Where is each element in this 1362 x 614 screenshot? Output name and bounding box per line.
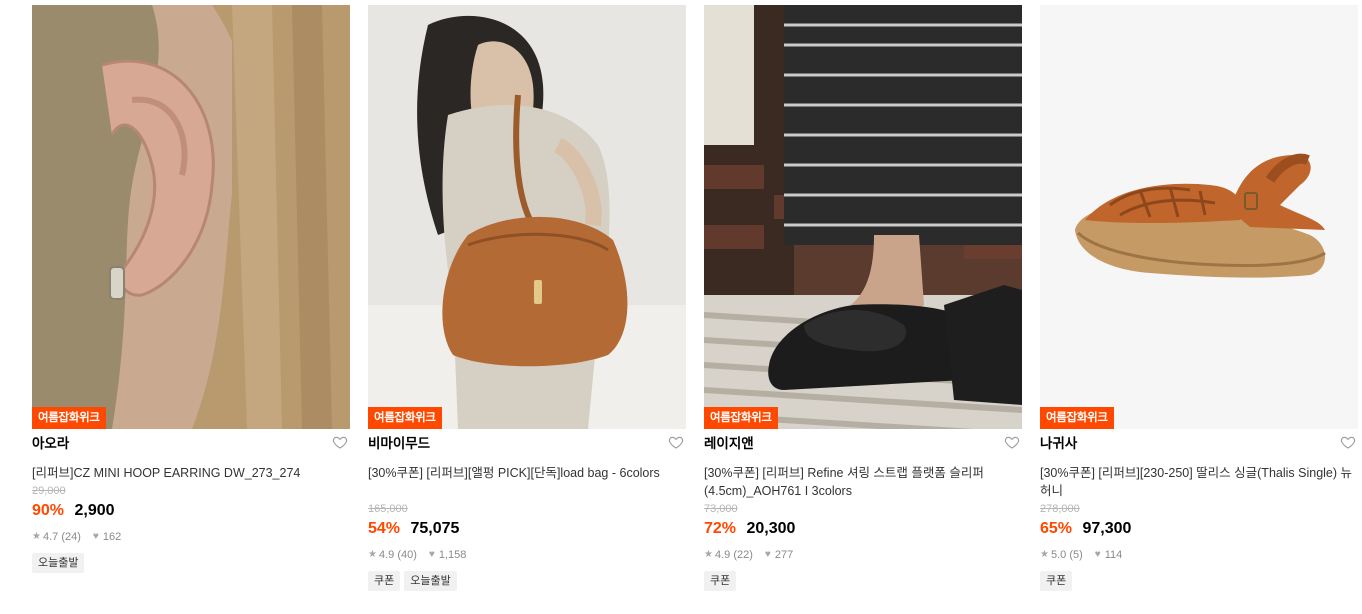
review-count: (24) <box>61 531 81 543</box>
heart-outline-icon[interactable] <box>332 434 348 450</box>
original-price: 278,000 <box>1040 503 1080 515</box>
heart-outline-icon[interactable] <box>668 434 684 450</box>
sale-price: 75,075 <box>410 520 460 537</box>
tag-list: 쿠폰 <box>1040 571 1358 591</box>
product-grid: 여름잡화위크 아오라 [리퍼브]CZ MINI HOOP EARRING DW_… <box>0 0 1362 614</box>
sale-price: 2,900 <box>74 502 115 519</box>
sale-price: 97,300 <box>1082 520 1132 537</box>
brand-name[interactable]: 레이지앤 <box>704 436 754 452</box>
brand-name[interactable]: 아오라 <box>32 436 69 452</box>
promo-badge: 여름잡화위크 <box>1040 407 1114 429</box>
heart-filled-icon: ♥ <box>764 549 771 560</box>
promo-badge: 여름잡화위크 <box>368 407 442 429</box>
tag-list: 쿠폰 <box>704 571 1022 591</box>
review-count: (22) <box>733 549 753 561</box>
sale-price: 20,300 <box>746 520 796 537</box>
review-count: (5) <box>1069 549 1083 561</box>
price-row: 54% 75,075 <box>368 518 686 540</box>
sandal-photo <box>1040 5 1358 429</box>
product-image[interactable]: 여름잡화위크 <box>1040 5 1358 429</box>
heart-filled-icon: ♥ <box>1094 549 1101 560</box>
tag-list: 오늘출발 <box>32 553 350 573</box>
original-price: 165,000 <box>368 503 408 515</box>
heart-filled-icon: ♥ <box>428 549 435 560</box>
star-icon: ★ <box>368 549 377 560</box>
heart-outline-icon[interactable] <box>1004 434 1020 450</box>
product-image[interactable]: 여름잡화위크 <box>368 5 686 429</box>
bag-photo <box>368 5 686 429</box>
tag: 오늘출발 <box>32 553 85 573</box>
tag: 쿠폰 <box>704 571 737 591</box>
product-title[interactable]: [리퍼브]CZ MINI HOOP EARRING DW_273_274 <box>32 464 350 482</box>
original-price: 29,000 <box>32 485 66 497</box>
product-title[interactable]: [30%쿠폰] [리퍼브][230-250] 딸리스 싱글(Thalis Sin… <box>1040 464 1358 500</box>
earring-photo <box>32 5 350 429</box>
like-count: 1,158 <box>438 549 467 561</box>
discount-rate: 90% <box>32 502 65 519</box>
heart-outline-icon[interactable] <box>1340 434 1356 450</box>
product-card[interactable]: 여름잡화위크 나귀사 [30%쿠폰] [리퍼브][230-250] 딸리스 싱글… <box>1040 5 1358 591</box>
like-count: 114 <box>1104 549 1123 561</box>
star-icon: ★ <box>704 549 713 560</box>
like-count: 162 <box>102 531 122 543</box>
product-card[interactable]: 여름잡화위크 비마이무드 [30%쿠폰] [리퍼브][앨펑 PICK][단독]l… <box>368 5 686 591</box>
slipper-photo <box>704 5 1022 429</box>
star-icon: ★ <box>1040 549 1049 560</box>
tag: 쿠폰 <box>1040 571 1073 591</box>
product-card[interactable]: 여름잡화위크 아오라 [리퍼브]CZ MINI HOOP EARRING DW_… <box>32 5 350 573</box>
brand-row: 레이지앤 <box>704 436 1022 466</box>
promo-badge: 여름잡화위크 <box>32 407 106 429</box>
brand-row: 비마이무드 <box>368 436 686 466</box>
promo-badge: 여름잡화위크 <box>704 407 778 429</box>
discount-rate: 72% <box>704 520 737 537</box>
brand-name[interactable]: 비마이무드 <box>368 436 430 452</box>
price-row: 72% 20,300 <box>704 518 1022 540</box>
brand-row: 나귀사 <box>1040 436 1358 466</box>
rating-value: 4.9 <box>714 549 731 561</box>
tag-list: 쿠폰 오늘출발 <box>368 571 686 591</box>
rating-value: 4.9 <box>378 549 395 561</box>
original-price: 73,000 <box>704 503 738 515</box>
star-icon: ★ <box>32 531 41 542</box>
product-meta: ★ 4.7 (24) ♥ 162 <box>32 530 350 544</box>
price-row: 65% 97,300 <box>1040 518 1358 540</box>
product-title[interactable]: [30%쿠폰] [리퍼브][앨펑 PICK][단독]load bag - 6co… <box>368 464 686 500</box>
brand-name[interactable]: 나귀사 <box>1040 436 1077 452</box>
like-count: 277 <box>774 549 794 561</box>
rating-value: 4.7 <box>42 531 59 543</box>
discount-rate: 65% <box>1040 520 1073 537</box>
product-meta: ★ 5.0 (5) ♥ 114 <box>1040 548 1358 562</box>
product-image[interactable]: 여름잡화위크 <box>32 5 350 429</box>
rating-value: 5.0 <box>1050 549 1067 561</box>
discount-rate: 54% <box>368 520 401 537</box>
product-meta: ★ 4.9 (40) ♥ 1,158 <box>368 548 686 562</box>
product-meta: ★ 4.9 (22) ♥ 277 <box>704 548 1022 562</box>
product-title[interactable]: [30%쿠폰] [리퍼브] Refine 셔링 스트랩 플랫폼 슬리퍼 (4.5… <box>704 464 1022 500</box>
price-row: 90% 2,900 <box>32 500 350 522</box>
tag: 쿠폰 <box>368 571 401 591</box>
brand-row: 아오라 <box>32 436 350 466</box>
product-image[interactable]: 여름잡화위크 <box>704 5 1022 429</box>
product-card[interactable]: 여름잡화위크 레이지앤 [30%쿠폰] [리퍼브] Refine 셔링 스트랩 … <box>704 5 1022 591</box>
tag: 오늘출발 <box>404 571 457 591</box>
review-count: (40) <box>397 549 417 561</box>
heart-filled-icon: ♥ <box>92 531 99 542</box>
